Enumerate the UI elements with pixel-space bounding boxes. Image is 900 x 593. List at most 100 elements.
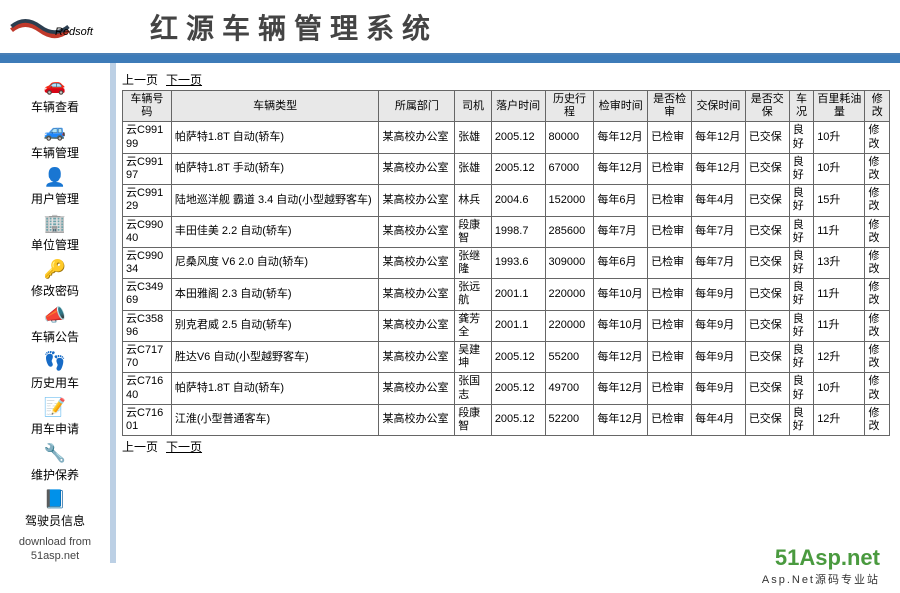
logo-text: Redsoft bbox=[55, 26, 93, 38]
cell-edit[interactable]: 修改 bbox=[865, 185, 890, 216]
cell-edit[interactable]: 修改 bbox=[865, 404, 890, 435]
cell-date: 2001.1 bbox=[491, 310, 545, 341]
cell-driver: 吴建坤 bbox=[455, 342, 492, 373]
table-row: 云C71601江淮(小型普通客车)某高校办公室段康智2005.1252200每年… bbox=[123, 404, 890, 435]
cell-ins: 每年9月 bbox=[692, 373, 746, 404]
app-title: 红源车辆管理系统 bbox=[150, 7, 438, 47]
col-header: 司机 bbox=[455, 91, 492, 122]
cell-fuel: 10升 bbox=[814, 373, 865, 404]
cell-ins: 每年12月 bbox=[692, 122, 746, 153]
cell-dept: 某高校办公室 bbox=[379, 404, 455, 435]
cell-edit[interactable]: 修改 bbox=[865, 342, 890, 373]
table-row: 云C99034尼桑风度 V6 2.0 自动(轿车)某高校办公室张继隆1993.6… bbox=[123, 247, 890, 278]
cell-ins_ok: 已交保 bbox=[745, 247, 789, 278]
col-header: 落户时间 bbox=[491, 91, 545, 122]
nav-icon: 🚙 bbox=[43, 119, 67, 143]
download-text: download from51asp.net bbox=[0, 535, 110, 563]
nav-label: 历史用车 bbox=[31, 374, 79, 391]
cell-edit[interactable]: 修改 bbox=[865, 247, 890, 278]
cell-dept: 某高校办公室 bbox=[379, 310, 455, 341]
cell-insp: 每年12月 bbox=[594, 153, 648, 184]
cell-cond: 良好 bbox=[789, 373, 813, 404]
footer-sub: Asp.Net源码专业站 bbox=[762, 571, 880, 587]
cell-dept: 某高校办公室 bbox=[379, 247, 455, 278]
cell-fuel: 15升 bbox=[814, 185, 865, 216]
cell-insp_ok: 已检审 bbox=[648, 247, 692, 278]
cell-insp_ok: 已检审 bbox=[648, 153, 692, 184]
nav-label: 用车申请 bbox=[31, 420, 79, 437]
cell-mileage: 220000 bbox=[545, 279, 594, 310]
cell-id: 云C71601 bbox=[123, 404, 172, 435]
cell-ins_ok: 已交保 bbox=[745, 122, 789, 153]
cell-insp: 每年10月 bbox=[594, 310, 648, 341]
pager-next-link[interactable]: 下一页 bbox=[166, 73, 202, 87]
table-row: 云C34969本田雅阁 2.3 自动(轿车)某高校办公室张远航2001.1220… bbox=[123, 279, 890, 310]
nav-label: 车辆查看 bbox=[31, 98, 79, 115]
sidebar-item-5[interactable]: 📣车辆公告 bbox=[0, 301, 110, 347]
cell-mileage: 80000 bbox=[545, 122, 594, 153]
nav-icon: 👣 bbox=[43, 349, 67, 373]
cell-driver: 张远航 bbox=[455, 279, 492, 310]
cell-cond: 良好 bbox=[789, 185, 813, 216]
table-row: 云C71640帕萨特1.8T 自动(轿车)某高校办公室张国志2005.12497… bbox=[123, 373, 890, 404]
nav-label: 车辆公告 bbox=[31, 328, 79, 345]
cell-insp: 每年7月 bbox=[594, 216, 648, 247]
col-header: 是否检审 bbox=[648, 91, 692, 122]
cell-insp_ok: 已检审 bbox=[648, 216, 692, 247]
sidebar-item-4[interactable]: 🔑修改密码 bbox=[0, 255, 110, 301]
sidebar-item-8[interactable]: 🔧维护保养 bbox=[0, 439, 110, 485]
pager-next-link[interactable]: 下一页 bbox=[166, 440, 202, 454]
cell-date: 2001.1 bbox=[491, 279, 545, 310]
cell-driver: 张继隆 bbox=[455, 247, 492, 278]
pager-bottom: 上一页下一页 bbox=[122, 436, 890, 457]
sidebar-item-7[interactable]: 📝用车申请 bbox=[0, 393, 110, 439]
cell-fuel: 10升 bbox=[814, 122, 865, 153]
cell-dept: 某高校办公室 bbox=[379, 216, 455, 247]
cell-id: 云C35896 bbox=[123, 310, 172, 341]
cell-dept: 某高校办公室 bbox=[379, 342, 455, 373]
cell-edit[interactable]: 修改 bbox=[865, 279, 890, 310]
cell-date: 2005.12 bbox=[491, 122, 545, 153]
cell-cond: 良好 bbox=[789, 279, 813, 310]
sidebar-item-3[interactable]: 🏢单位管理 bbox=[0, 209, 110, 255]
table-row: 云C99129陆地巡洋舰 霸道 3.4 自动(小型越野客车)某高校办公室林兵20… bbox=[123, 185, 890, 216]
col-header: 车辆号码 bbox=[123, 91, 172, 122]
sidebar-item-2[interactable]: 👤用户管理 bbox=[0, 163, 110, 209]
cell-type: 本田雅阁 2.3 自动(轿车) bbox=[171, 279, 379, 310]
cell-date: 2004.6 bbox=[491, 185, 545, 216]
cell-id: 云C71770 bbox=[123, 342, 172, 373]
cell-insp: 每年6月 bbox=[594, 185, 648, 216]
cell-edit[interactable]: 修改 bbox=[865, 216, 890, 247]
cell-type: 帕萨特1.8T 自动(轿车) bbox=[171, 373, 379, 404]
cell-edit[interactable]: 修改 bbox=[865, 310, 890, 341]
cell-ins: 每年4月 bbox=[692, 185, 746, 216]
cell-edit[interactable]: 修改 bbox=[865, 153, 890, 184]
sidebar-item-9[interactable]: 📘驾驶员信息 bbox=[0, 485, 110, 531]
sidebar-item-6[interactable]: 👣历史用车 bbox=[0, 347, 110, 393]
nav-icon: 🏢 bbox=[43, 211, 67, 235]
cell-dept: 某高校办公室 bbox=[379, 122, 455, 153]
cell-ins: 每年9月 bbox=[692, 279, 746, 310]
pager-prev: 上一页 bbox=[122, 440, 158, 454]
cell-ins_ok: 已交保 bbox=[745, 373, 789, 404]
nav-icon: 📝 bbox=[43, 395, 67, 419]
cell-id: 云C99040 bbox=[123, 216, 172, 247]
cell-insp_ok: 已检审 bbox=[648, 373, 692, 404]
sidebar-item-1[interactable]: 🚙车辆管理 bbox=[0, 117, 110, 163]
cell-edit[interactable]: 修改 bbox=[865, 373, 890, 404]
topbar bbox=[0, 55, 900, 63]
table-row: 云C99197帕萨特1.8T 手动(轿车)某高校办公室张雄2005.126700… bbox=[123, 153, 890, 184]
cell-date: 2005.12 bbox=[491, 153, 545, 184]
nav-icon: 📣 bbox=[43, 303, 67, 327]
cell-driver: 张雄 bbox=[455, 153, 492, 184]
cell-driver: 段康智 bbox=[455, 404, 492, 435]
col-header: 是否交保 bbox=[745, 91, 789, 122]
cell-date: 2005.12 bbox=[491, 342, 545, 373]
cell-type: 胜达V6 自动(小型越野客车) bbox=[171, 342, 379, 373]
cell-edit[interactable]: 修改 bbox=[865, 122, 890, 153]
col-header: 车况 bbox=[789, 91, 813, 122]
sidebar-item-0[interactable]: 🚗车辆查看 bbox=[0, 71, 110, 117]
pager-top: 上一页下一页 bbox=[122, 69, 890, 90]
table-row: 云C71770胜达V6 自动(小型越野客车)某高校办公室吴建坤2005.1255… bbox=[123, 342, 890, 373]
cell-mileage: 67000 bbox=[545, 153, 594, 184]
